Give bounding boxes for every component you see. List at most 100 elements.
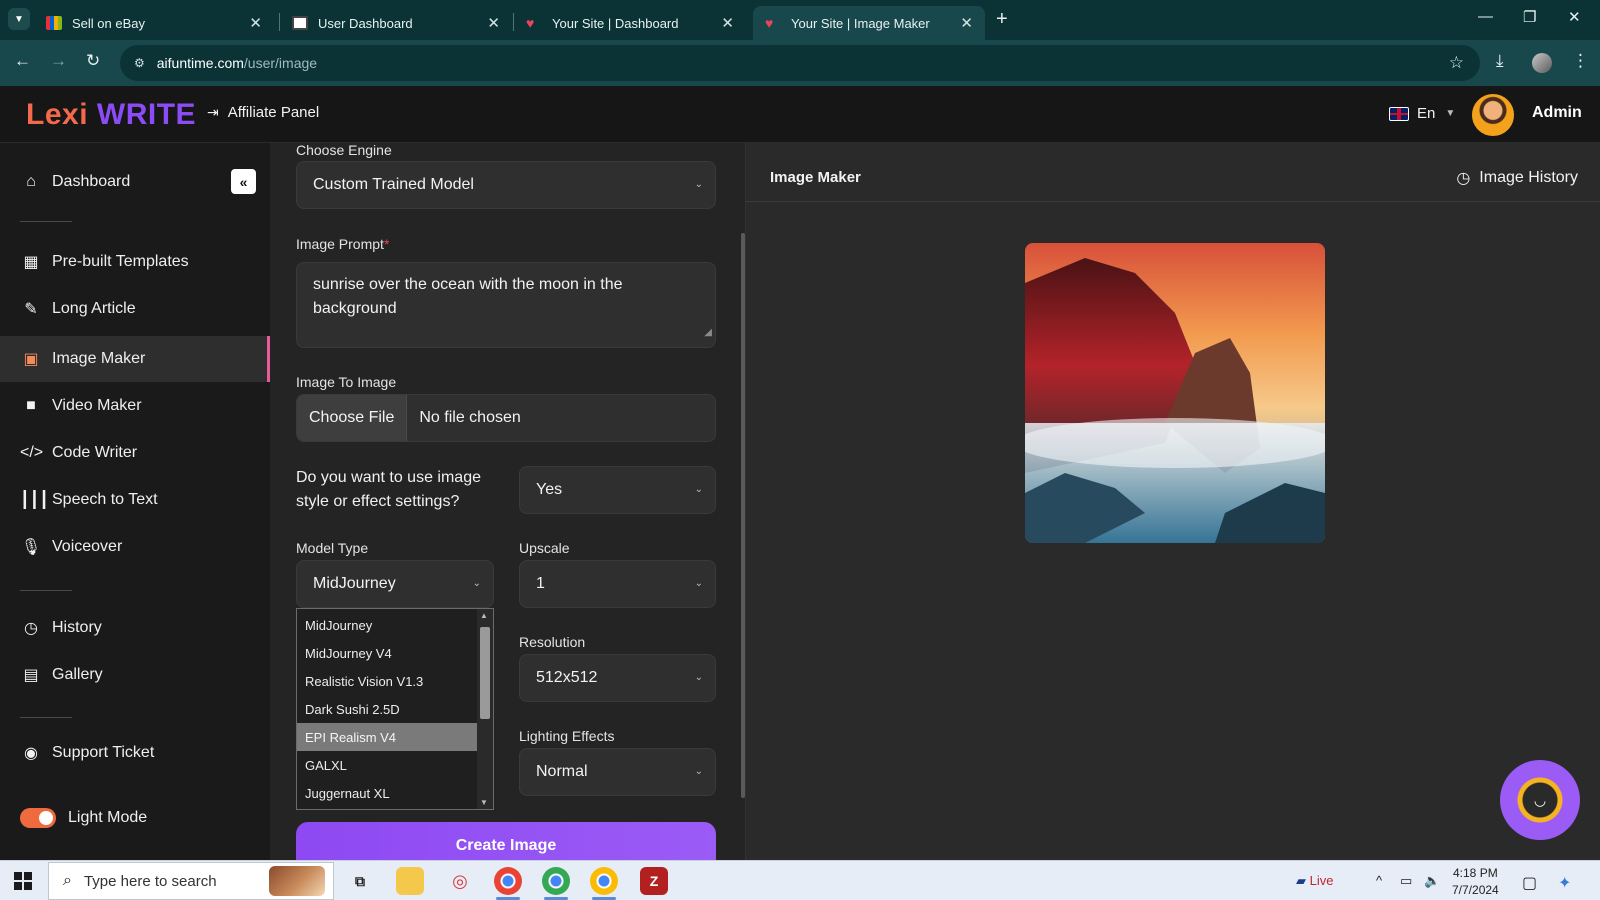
site-info-icon[interactable]: ⚙ [134, 56, 145, 70]
model-option-midjourney-v4[interactable]: MidJourney V4 [297, 639, 478, 667]
model-type-dropdown-list[interactable]: MidJourney MidJourney V4 Realistic Visio… [296, 608, 494, 810]
upscale-label: Upscale [519, 540, 570, 556]
taskbar-search-box[interactable]: ⌕ Type here to search [48, 862, 334, 900]
chrome-icon[interactable] [494, 867, 522, 895]
sidebar-item-dashboard[interactable]: ⌂ Dashboard [0, 159, 270, 205]
tab-search-button[interactable]: ▼ [8, 8, 30, 30]
search-icon: ⌕ [63, 872, 72, 889]
model-option-realistic-vision[interactable]: Realistic Vision V1.3 [297, 667, 478, 695]
copilot-icon[interactable]: ✦ [1558, 873, 1571, 893]
image-file-input[interactable]: Choose File No file chosen [296, 394, 716, 442]
upscale-select[interactable]: 1 ⌄ [519, 560, 716, 608]
resolution-label: Resolution [519, 634, 586, 650]
lighting-select[interactable]: Normal ⌄ [519, 748, 716, 796]
back-arrow-icon[interactable]: ← [14, 51, 31, 71]
choose-file-button[interactable]: Choose File [297, 395, 408, 441]
address-bar[interactable]: ⚙ aifuntime.com/user/image ☆ [120, 45, 1480, 81]
chrome-icon[interactable] [590, 867, 618, 895]
style-settings-question: Do you want to use image style or effect… [296, 469, 481, 510]
scroll-up-icon[interactable]: ▲ [480, 611, 488, 620]
close-icon[interactable]: ✕ [960, 14, 973, 32]
image-history-link[interactable]: ◷ Image History [1456, 168, 1578, 188]
lexiwrite-logo[interactable]: Lexi WRITE [26, 98, 196, 132]
url-host: aifuntime.com [156, 55, 244, 71]
model-option-epi-realism[interactable]: EPI Realism V4 [297, 723, 478, 751]
chevron-down-icon: ⌄ [694, 578, 703, 589]
sidebar-item-speech-to-text[interactable]: ┃┃┃ Speech to Text [0, 477, 270, 523]
user-name[interactable]: Admin [1532, 104, 1582, 122]
model-option-dark-sushi[interactable]: Dark Sushi 2.5D [297, 695, 478, 723]
style-settings-select[interactable]: Yes ⌄ [519, 466, 716, 514]
file-explorer-icon[interactable] [396, 867, 424, 895]
forward-arrow-icon[interactable]: → [50, 51, 67, 71]
sidebar-item-code-writer[interactable]: </> Code Writer [0, 430, 270, 476]
double-chevron-left-icon: « [239, 173, 248, 190]
volume-icon[interactable]: 🔈 [1424, 873, 1440, 889]
app-target-icon[interactable]: ◎ [446, 867, 474, 895]
resize-grip-icon[interactable]: ◢ [704, 321, 712, 345]
engine-select[interactable]: Custom Trained Model ⌄ [296, 161, 716, 209]
prompt-textarea[interactable]: sunrise over the ocean with the moon in … [296, 262, 716, 348]
sidebar-item-pre-built-templates[interactable]: ▦ Pre-built Templates [0, 239, 270, 285]
resolution-select[interactable]: 512x512 ⌄ [519, 654, 716, 702]
scrollbar-thumb[interactable] [480, 627, 490, 719]
tab-your-site-image-maker[interactable]: ♥ Your Site | Image Maker ✕ [753, 6, 985, 40]
browser-profile-avatar[interactable] [1532, 53, 1552, 73]
tab-your-site-dashboard[interactable]: ♥ Your Site | Dashboard ✕ [514, 6, 746, 40]
language-selector[interactable]: En ▼ [1389, 105, 1455, 122]
affiliate-panel-link[interactable]: ⇥ Affiliate Panel [207, 104, 319, 121]
browser-menu-icon[interactable]: ⋮ [1572, 51, 1589, 71]
new-tab-plus-icon[interactable]: + [996, 8, 1008, 31]
search-highlight-image [269, 866, 325, 896]
chevron-down-icon: ▼ [14, 13, 24, 25]
site-favicon-icon: ♥ [765, 15, 774, 31]
sidebar-item-image-maker[interactable]: ▣ Image Maker [0, 336, 270, 382]
engine-label: Choose Engine [296, 142, 392, 158]
tray-chevron-icon[interactable]: ^ [1376, 873, 1382, 888]
windows-start-icon[interactable] [14, 872, 32, 890]
sidebar-item-history[interactable]: ◷ History [0, 605, 270, 651]
close-icon[interactable]: ✕ [487, 14, 500, 32]
light-mode-toggle[interactable] [20, 808, 56, 828]
task-view-icon[interactable]: ⧉ [346, 867, 374, 895]
tab-user-dashboard[interactable]: User Dashboard ✕ [280, 6, 512, 40]
download-icon[interactable]: ⤓ [1496, 51, 1504, 71]
model-option-galxl[interactable]: GALXL [297, 751, 478, 779]
sidebar-item-voiceover[interactable]: 🎙 Voiceover [0, 524, 270, 570]
news-widget[interactable]: ▰ Live [1296, 873, 1333, 889]
window-close-icon[interactable]: ✕ [1568, 8, 1581, 26]
model-option-midjourney[interactable]: MidJourney [297, 611, 478, 639]
network-icon[interactable]: ▭ [1400, 873, 1412, 889]
scroll-down-icon[interactable]: ▼ [480, 798, 488, 807]
bookmark-star-icon[interactable]: ☆ [1449, 53, 1464, 73]
sports-logo-icon: ▰ [1296, 873, 1306, 888]
browser-toolbar: ← → ↻ ⚙ aifuntime.com/user/image ☆ ⤓ ⋮ [0, 40, 1600, 86]
browser-tab-strip: ▼ Sell on eBay ✕ User Dashboard ✕ ♥ Your… [0, 0, 1600, 40]
tab-sell-on-ebay[interactable]: Sell on eBay ✕ [34, 6, 274, 40]
minimize-icon[interactable]: — [1478, 8, 1493, 25]
model-option-juggernaut-xl[interactable]: Juggernaut XL [297, 779, 478, 807]
taskbar-clock[interactable]: 4:18 PM 7/7/2024 [1452, 865, 1499, 899]
pen-icon: ✎ [24, 301, 38, 318]
collapse-sidebar-button[interactable]: « [231, 169, 256, 194]
light-mode-toggle-row[interactable]: Light Mode [0, 795, 270, 841]
filezilla-icon[interactable]: Z [640, 867, 668, 895]
notification-icon[interactable]: ▢ [1522, 873, 1537, 893]
gallery-icon: ▤ [23, 667, 39, 684]
sidebar-item-gallery[interactable]: ▤ Gallery [0, 652, 270, 698]
close-icon[interactable]: ✕ [721, 14, 734, 32]
restore-icon[interactable]: ❐ [1523, 8, 1536, 26]
sidebar-item-long-article[interactable]: ✎ Long Article [0, 286, 270, 332]
model-type-select[interactable]: MidJourney ⌄ [296, 560, 494, 608]
reload-icon[interactable]: ↻ [86, 51, 100, 71]
generated-image[interactable] [1025, 243, 1325, 543]
chevron-down-icon: ⌄ [694, 672, 703, 683]
user-avatar[interactable] [1472, 94, 1514, 136]
sidebar-item-video-maker[interactable]: ■ Video Maker [0, 383, 270, 429]
chatbot-launcher[interactable]: ◡ [1500, 760, 1580, 840]
sidebar: ⌂ Dashboard « ▦ Pre-built Templates ✎ Lo… [0, 143, 270, 860]
sidebar-item-support-ticket[interactable]: ◉ Support Ticket [0, 730, 270, 776]
chrome-icon[interactable] [542, 867, 570, 895]
dropdown-scrollbar[interactable]: ▲ ▼ [477, 609, 493, 809]
close-icon[interactable]: ✕ [249, 14, 262, 32]
